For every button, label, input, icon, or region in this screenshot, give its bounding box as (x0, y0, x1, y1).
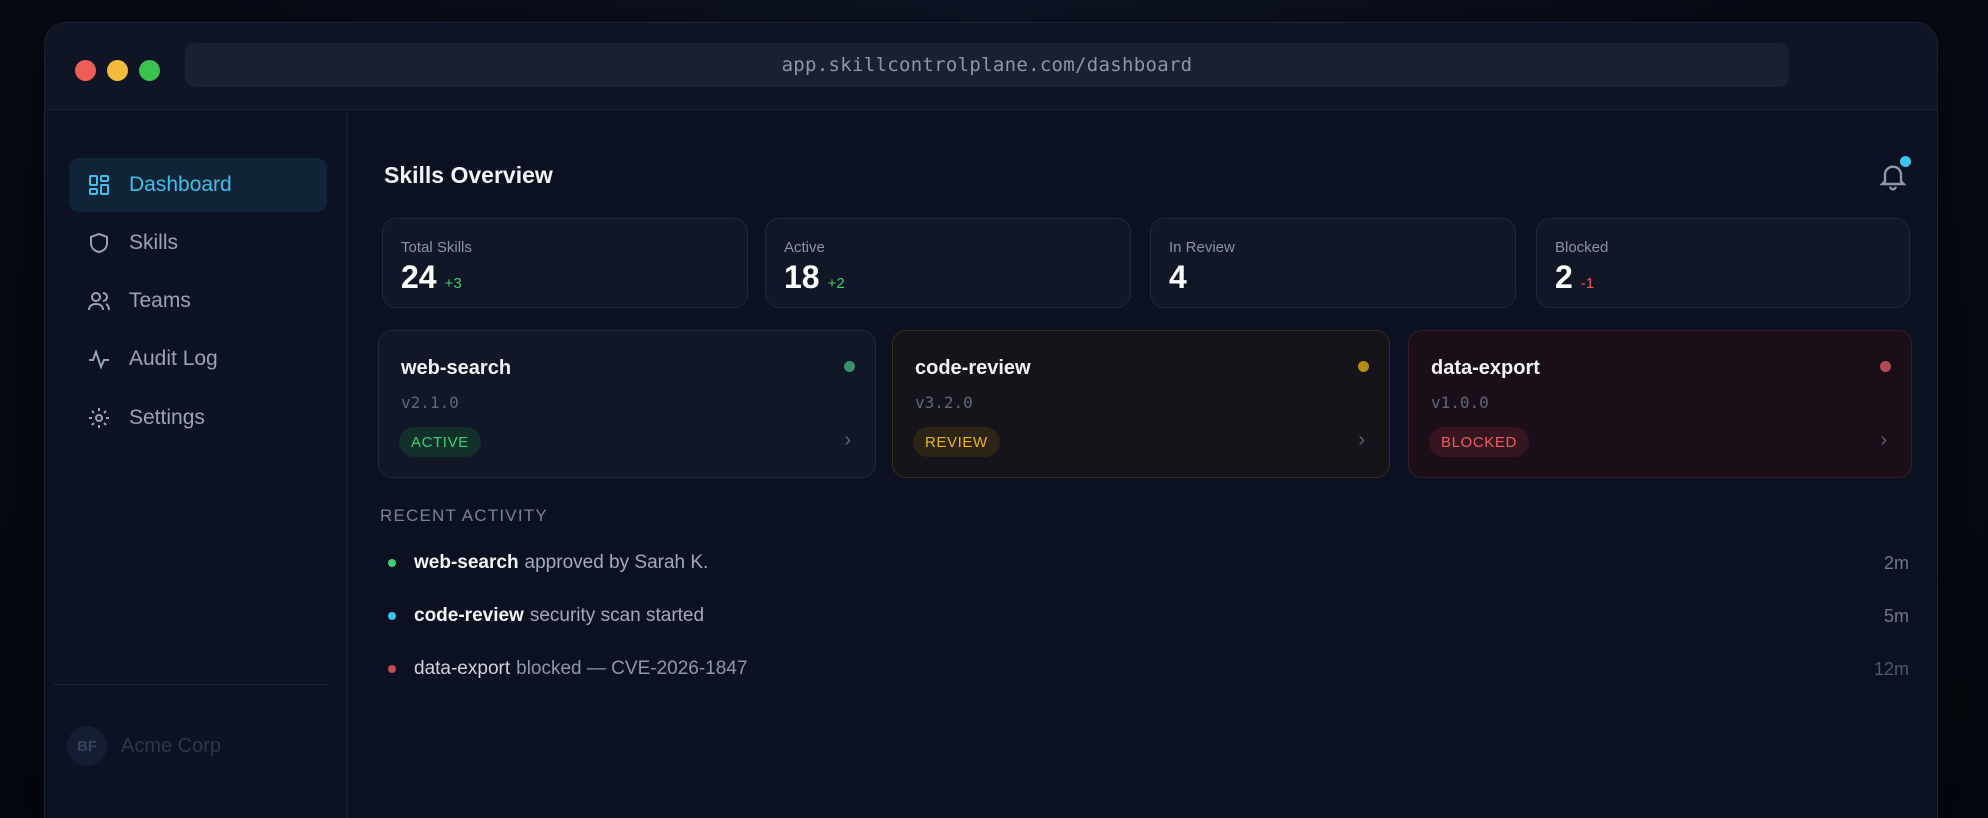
stat-card-total: Total Skills 24 +3 (382, 218, 748, 308)
sidebar-item-settings[interactable]: Settings (69, 391, 327, 445)
stat-label: In Review (1169, 239, 1235, 256)
activity-dot (388, 559, 396, 567)
notification-badge (1900, 156, 1911, 167)
chevron-right-icon: › (1880, 429, 1887, 451)
sidebar-divider (53, 684, 327, 685)
browser-titlebar: app.skillcontrolplane.com/dashboard (45, 23, 1937, 110)
minimize-window-button[interactable] (107, 60, 128, 81)
activity-time: 5m (1883, 605, 1909, 626)
sidebar-item-teams[interactable]: Teams (69, 274, 327, 328)
skill-card-web-search[interactable]: web-search v2.1.0 ACTIVE › (378, 330, 876, 478)
sidebar-item-label: Teams (129, 289, 191, 312)
shield-icon (85, 229, 113, 257)
activity-pulse-icon (85, 345, 113, 373)
activity-dot (388, 612, 396, 620)
gear-icon (85, 404, 113, 432)
stat-card-in-review: In Review 4 (1150, 218, 1516, 308)
sidebar-item-audit-log[interactable]: Audit Log (69, 332, 327, 386)
skill-name: data-export (1431, 357, 1540, 379)
activity-skill[interactable]: data-export (414, 658, 510, 680)
page-title: Skills Overview (384, 162, 553, 188)
activity-text: security scan started (529, 605, 705, 626)
stat-value: 4 (1169, 259, 1187, 295)
activity-time: 12m (1873, 658, 1909, 679)
activity-dot (388, 665, 396, 673)
stat-label: Total Skills (401, 239, 472, 256)
activity-text: blocked — CVE-2026-1847 (516, 658, 748, 679)
sidebar-item-skills[interactable]: Skills (69, 216, 327, 270)
maximize-window-button[interactable] (139, 60, 160, 81)
status-badge: ACTIVE (399, 427, 481, 457)
skill-version: v1.0.0 (1431, 393, 1489, 412)
users-icon (85, 287, 113, 315)
stat-card-active: Active 18 +2 (765, 218, 1131, 308)
stat-value: 18 (784, 259, 820, 295)
skill-name: code-review (915, 357, 1031, 379)
stage: app.skillcontrolplane.com/dashboard Dash… (0, 0, 1988, 818)
activity-item: code-review security scan started 5m (384, 601, 1909, 631)
skill-version: v3.2.0 (915, 393, 973, 412)
stat-label: Active (784, 239, 825, 256)
recent-activity-heading: RECENT ACTIVITY (380, 506, 548, 525)
activity-skill[interactable]: web-search (414, 552, 519, 574)
chevron-right-icon: › (1358, 429, 1365, 451)
activity-time: 2m (1883, 552, 1909, 573)
stat-card-blocked: Blocked 2 -1 (1536, 218, 1910, 308)
skill-card-code-review[interactable]: code-review v3.2.0 REVIEW › (892, 330, 1390, 478)
activity-skill[interactable]: code-review (414, 605, 524, 627)
stat-value: 2 (1555, 259, 1573, 295)
chevron-right-icon: › (844, 429, 851, 451)
skill-name: web-search (401, 357, 512, 379)
org-name: Acme Corp (121, 734, 222, 757)
main-content: Skills Overview Total Skills 24 +3 Active… (348, 110, 1937, 818)
sidebar-item-label: Audit Log (129, 347, 218, 370)
stat-delta: +2 (827, 275, 845, 292)
stat-delta: +3 (444, 275, 462, 292)
sidebar-item-label: Settings (129, 406, 205, 429)
stat-delta: -1 (1580, 275, 1595, 292)
app-window: app.skillcontrolplane.com/dashboard Dash… (44, 22, 1938, 818)
address-bar[interactable]: app.skillcontrolplane.com/dashboard (185, 43, 1789, 87)
sidebar-item-dashboard[interactable]: Dashboard (69, 158, 327, 212)
org-switcher[interactable]: BF Acme Corp (67, 726, 221, 766)
status-badge: REVIEW (913, 427, 1000, 457)
activity-item: web-search approved by Sarah K. 2m (384, 548, 1909, 578)
dashboard-grid-icon (85, 171, 113, 199)
skill-version: v2.1.0 (401, 393, 459, 412)
stat-label: Blocked (1555, 239, 1609, 256)
activity-text: approved by Sarah K. (524, 552, 709, 573)
stat-value: 24 (401, 259, 437, 295)
sidebar-item-label: Skills (129, 231, 179, 254)
status-badge: BLOCKED (1429, 427, 1529, 457)
skill-card-data-export[interactable]: data-export v1.0.0 BLOCKED › (1408, 330, 1912, 478)
activity-item: data-export blocked — CVE-2026-1847 12m (384, 654, 1909, 684)
status-dot (1880, 361, 1891, 372)
sidebar-item-label: Dashboard (129, 173, 232, 196)
status-dot (844, 361, 855, 372)
close-window-button[interactable] (75, 60, 96, 81)
sidebar: Dashboard Skills Teams Audit Log Setting… (45, 110, 348, 818)
status-dot (1358, 361, 1369, 372)
avatar: BF (67, 726, 107, 766)
